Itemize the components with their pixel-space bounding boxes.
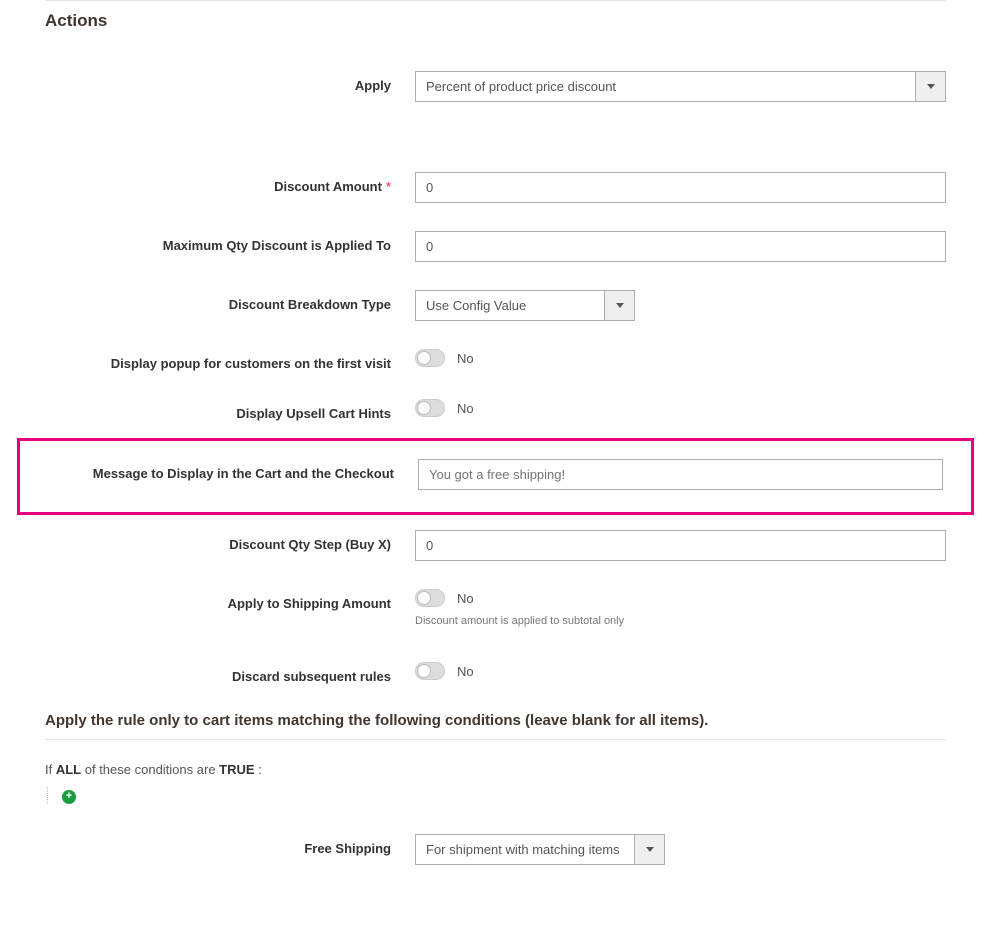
required-asterisk: * bbox=[386, 179, 391, 194]
row-cart-message-highlight: Message to Display in the Cart and the C… bbox=[17, 438, 974, 515]
cond-all[interactable]: ALL bbox=[56, 762, 81, 777]
label-discount-amount: Discount Amount * bbox=[45, 172, 415, 194]
apply-to-shipping-state: No bbox=[457, 591, 474, 606]
cond-suffix: : bbox=[255, 762, 262, 777]
label-breakdown: Discount Breakdown Type bbox=[45, 290, 415, 312]
row-apply: Apply bbox=[45, 71, 946, 102]
row-upsell-hints: Display Upsell Cart Hints No bbox=[45, 399, 946, 421]
apply-to-shipping-toggle[interactable] bbox=[415, 589, 445, 607]
toggle-knob bbox=[417, 591, 431, 605]
conditions-tree: + bbox=[47, 787, 946, 804]
row-discard-rules: Discard subsequent rules No bbox=[45, 662, 946, 684]
cond-true[interactable]: TRUE bbox=[219, 762, 254, 777]
cond-mid: of these conditions are bbox=[81, 762, 219, 777]
discount-amount-input[interactable] bbox=[415, 172, 946, 203]
upsell-hints-state: No bbox=[457, 401, 474, 416]
cart-message-input[interactable] bbox=[418, 459, 943, 490]
label-apply: Apply bbox=[45, 71, 415, 93]
breakdown-select-wrap[interactable] bbox=[415, 290, 635, 321]
label-discount-amount-text: Discount Amount bbox=[274, 179, 382, 194]
free-shipping-select[interactable] bbox=[415, 834, 665, 865]
apply-select-wrap[interactable] bbox=[415, 71, 946, 102]
section-divider bbox=[45, 0, 946, 1]
conditions-heading: Apply the rule only to cart items matchi… bbox=[45, 712, 946, 729]
discard-rules-state: No bbox=[457, 664, 474, 679]
conditions-divider bbox=[45, 739, 946, 740]
label-popup-first-visit: Display popup for customers on the first… bbox=[45, 349, 415, 371]
toggle-knob bbox=[417, 351, 431, 365]
conditions-line: If ALL of these conditions are TRUE : bbox=[45, 762, 946, 777]
free-shipping-select-wrap[interactable] bbox=[415, 834, 665, 865]
row-free-shipping: Free Shipping bbox=[45, 834, 946, 865]
row-discount-amount: Discount Amount * bbox=[45, 172, 946, 203]
cond-prefix: If bbox=[45, 762, 56, 777]
popup-first-visit-state: No bbox=[457, 351, 474, 366]
label-qty-step: Discount Qty Step (Buy X) bbox=[45, 530, 415, 552]
row-apply-to-shipping: Apply to Shipping Amount No Discount amo… bbox=[45, 589, 946, 627]
label-discard-rules: Discard subsequent rules bbox=[45, 662, 415, 684]
upsell-hints-toggle[interactable] bbox=[415, 399, 445, 417]
label-apply-to-shipping: Apply to Shipping Amount bbox=[45, 589, 415, 611]
label-free-shipping: Free Shipping bbox=[45, 834, 415, 856]
apply-to-shipping-hint: Discount amount is applied to subtotal o… bbox=[415, 615, 946, 627]
row-popup-first-visit: Display popup for customers on the first… bbox=[45, 349, 946, 371]
label-cart-message: Message to Display in the Cart and the C… bbox=[48, 459, 418, 481]
row-qty-step: Discount Qty Step (Buy X) bbox=[45, 530, 946, 561]
discard-rules-toggle[interactable] bbox=[415, 662, 445, 680]
max-qty-input[interactable] bbox=[415, 231, 946, 262]
apply-select[interactable] bbox=[415, 71, 946, 102]
plus-icon: + bbox=[66, 791, 72, 802]
qty-step-input[interactable] bbox=[415, 530, 946, 561]
breakdown-select[interactable] bbox=[415, 290, 635, 321]
row-max-qty: Maximum Qty Discount is Applied To bbox=[45, 231, 946, 262]
label-max-qty: Maximum Qty Discount is Applied To bbox=[45, 231, 415, 253]
toggle-knob bbox=[417, 401, 431, 415]
row-breakdown: Discount Breakdown Type bbox=[45, 290, 946, 321]
popup-first-visit-toggle[interactable] bbox=[415, 349, 445, 367]
label-upsell-hints: Display Upsell Cart Hints bbox=[45, 399, 415, 421]
section-title: Actions bbox=[45, 11, 946, 31]
toggle-knob bbox=[417, 664, 431, 678]
add-condition-button[interactable]: + bbox=[62, 790, 76, 804]
